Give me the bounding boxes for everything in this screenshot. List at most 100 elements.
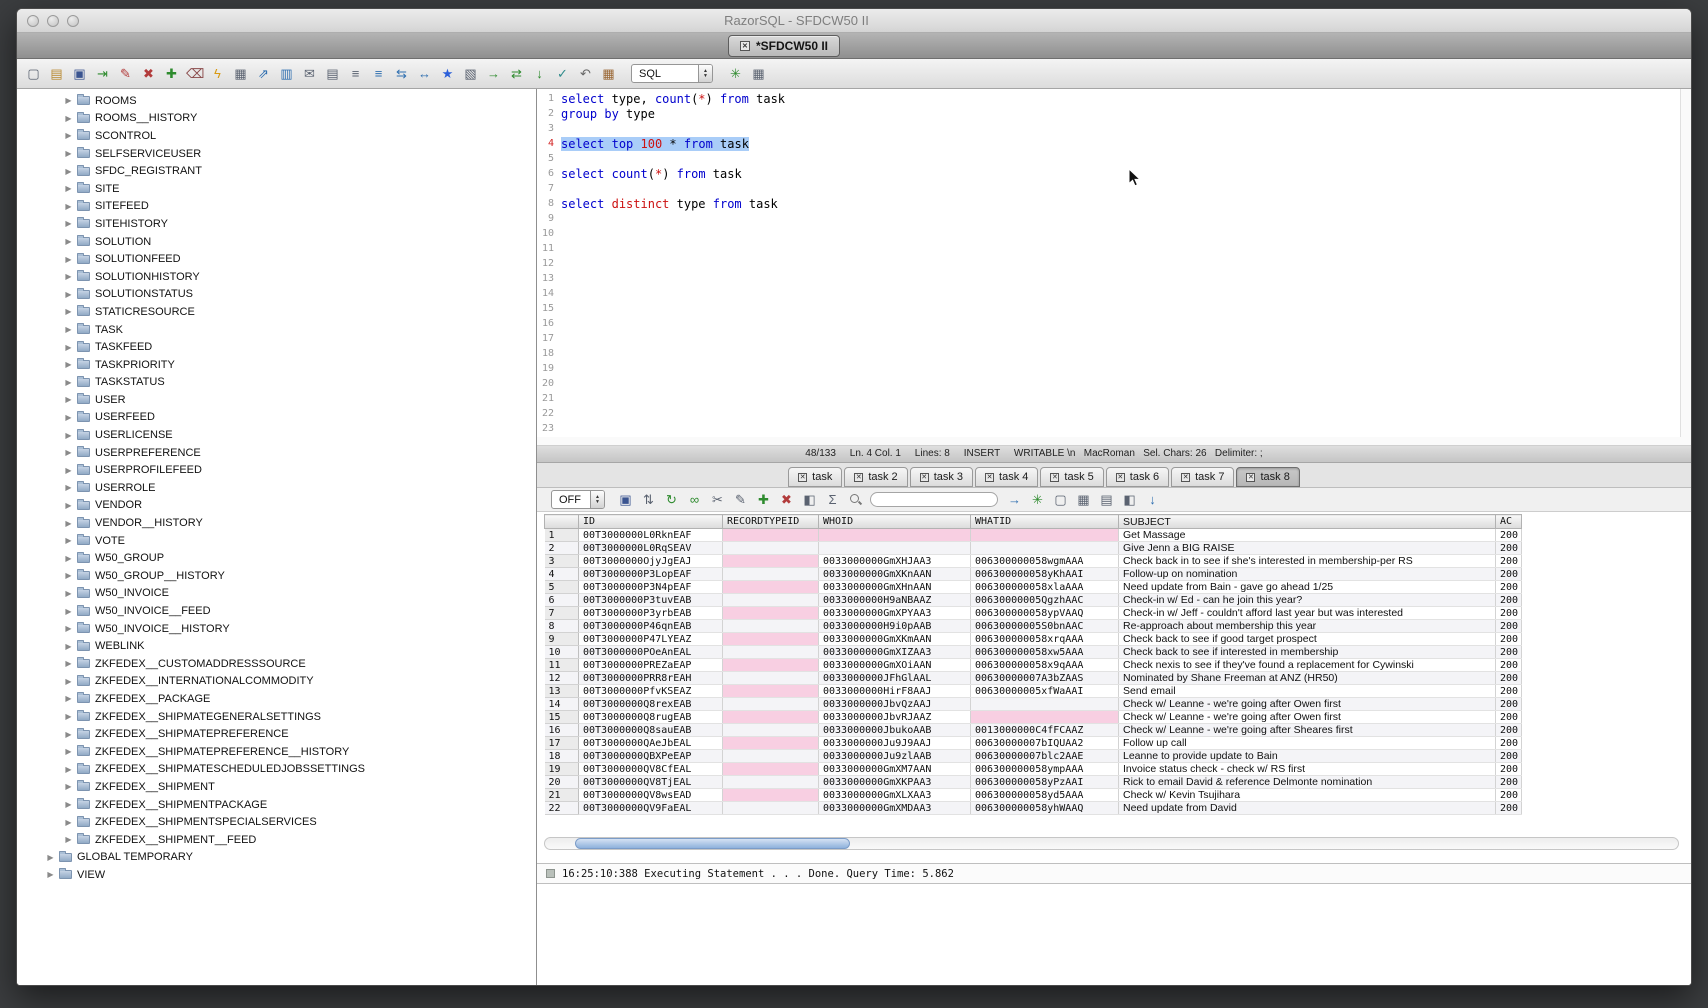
cell[interactable]: Need update from David xyxy=(1119,802,1496,815)
sql-editor[interactable]: 1select type, count(*) from task2group b… xyxy=(537,89,1691,437)
cell[interactable]: 200 xyxy=(1496,620,1522,633)
cell[interactable]: 006300000058wgmAAA xyxy=(971,555,1119,568)
swap-icon[interactable]: ⇄ xyxy=(508,65,525,82)
expand-arrow-icon[interactable]: ▶ xyxy=(63,519,74,528)
expand-arrow-icon[interactable]: ▶ xyxy=(63,237,74,246)
cell[interactable] xyxy=(819,542,971,555)
cell[interactable]: 00T3000000QV8wsEAD xyxy=(579,789,723,802)
table-row[interactable]: 1000T3000000POeAnEAL0033000000GmXIZAA300… xyxy=(545,646,1522,659)
cell[interactable]: 0033000000GmXKPAA3 xyxy=(819,776,971,789)
cell[interactable]: 00T3000000PREZaEAP xyxy=(579,659,723,672)
cell[interactable]: 200 xyxy=(1496,685,1522,698)
cut-icon[interactable]: ✂ xyxy=(709,491,726,508)
zoom-button[interactable] xyxy=(67,15,79,27)
cell[interactable]: 0033000000GmXHnAAN xyxy=(819,581,971,594)
tree-item[interactable]: ▶USERLICENSE xyxy=(17,426,536,444)
sort-rows-icon[interactable]: ⇅ xyxy=(640,491,657,508)
expand-arrow-icon[interactable]: ▶ xyxy=(63,290,74,299)
editor-line[interactable]: 6select count(*) from task xyxy=(537,166,1691,181)
editor-line[interactable]: 11 xyxy=(537,241,1691,256)
sql-mode-select[interactable]: SQL xyxy=(631,64,713,83)
cell[interactable]: Check-in w/ Ed - can he join this year? xyxy=(1119,594,1496,607)
table-row[interactable]: 1300T3000000PfvKSEAZ0033000000HirF8AAJ00… xyxy=(545,685,1522,698)
tree-item[interactable]: ▶ZKFEDEX__CUSTOMADDRESSSOURCE xyxy=(17,655,536,673)
cell[interactable]: 200 xyxy=(1496,763,1522,776)
cell[interactable] xyxy=(971,542,1119,555)
cell[interactable]: 00T3000000Q8rugEAB xyxy=(579,711,723,724)
add-connection-icon[interactable]: ✚ xyxy=(163,65,180,82)
expand-arrow-icon[interactable]: ▶ xyxy=(63,272,74,281)
cell[interactable]: 00T3000000Q8sauEAB xyxy=(579,724,723,737)
view-table-icon[interactable]: ▦ xyxy=(1075,491,1092,508)
cell[interactable]: 0033000000H9i0pAAB xyxy=(819,620,971,633)
table-row[interactable]: 1400T3000000Q8rexEAB0033000000JbvQzAAJCh… xyxy=(545,698,1522,711)
tree-item[interactable]: ▶ZKFEDEX__SHIPMATESCHEDULEDJOBSSETTINGS xyxy=(17,761,536,779)
result-tab[interactable]: task xyxy=(788,467,842,487)
cell[interactable]: 200 xyxy=(1496,698,1522,711)
schedule-icon[interactable]: ▦ xyxy=(600,65,617,82)
cell[interactable]: 00630000005QgzhAAC xyxy=(971,594,1119,607)
tree-item[interactable]: ▶SCONTROL xyxy=(17,127,536,145)
cell[interactable]: 0033000000GmXKmAAN xyxy=(819,633,971,646)
cell[interactable]: Check back to see if interested in membe… xyxy=(1119,646,1496,659)
expand-arrow-icon[interactable]: ▶ xyxy=(63,219,74,228)
cell[interactable]: 200 xyxy=(1496,594,1522,607)
edit-query-icon[interactable]: ▢ xyxy=(1052,491,1069,508)
table-row[interactable]: 200T3000000L0RqSEAVGive Jenn a BIG RAISE… xyxy=(545,542,1522,555)
cell[interactable]: Send email xyxy=(1119,685,1496,698)
expand-arrow-icon[interactable]: ▶ xyxy=(63,448,74,457)
expand-arrow-icon[interactable]: ▶ xyxy=(63,782,74,791)
tree-item[interactable]: ▶ZKFEDEX__SHIPMENT__FEED xyxy=(17,831,536,849)
connection-settings-icon[interactable]: ✳ xyxy=(727,65,744,82)
tree-item[interactable]: ▶ZKFEDEX__INTERNATIONALCOMMODITY xyxy=(17,673,536,691)
cell[interactable] xyxy=(723,555,819,568)
column-header[interactable]: AC xyxy=(1496,515,1522,529)
expand-arrow-icon[interactable]: ▶ xyxy=(63,413,74,422)
cell[interactable] xyxy=(971,529,1119,542)
cell[interactable]: 006300000058xlaAAA xyxy=(971,581,1119,594)
editor-line[interactable]: 8select distinct type from task xyxy=(537,196,1691,211)
save-results-icon[interactable]: ▣ xyxy=(617,491,634,508)
editor-line[interactable]: 2group by type xyxy=(537,106,1691,121)
tree-item[interactable]: ▶TASKFEED xyxy=(17,338,536,356)
cell[interactable]: 200 xyxy=(1496,724,1522,737)
tree-item[interactable]: ▶WEBLINK xyxy=(17,637,536,655)
expand-arrow-icon[interactable]: ▶ xyxy=(63,466,74,475)
expand-arrow-icon[interactable]: ▶ xyxy=(63,765,74,774)
cell[interactable]: 200 xyxy=(1496,568,1522,581)
cell[interactable]: 0033000000JbukoAAB xyxy=(819,724,971,737)
tree-item[interactable]: ▶SOLUTIONSTATUS xyxy=(17,286,536,304)
cell[interactable]: Invoice status check - check w/ RS first xyxy=(1119,763,1496,776)
cell[interactable]: 00T3000000P47LYEAZ xyxy=(579,633,723,646)
cell[interactable]: Re-approach about membership this year xyxy=(1119,620,1496,633)
cell[interactable]: 00630000007bIQUAA2 xyxy=(971,737,1119,750)
cell[interactable]: 006300000058xrqAAA xyxy=(971,633,1119,646)
cell[interactable]: 00T3000000L0RknEAF xyxy=(579,529,723,542)
cell[interactable]: Nominated by Shane Freeman at ANZ (HR50) xyxy=(1119,672,1496,685)
editor-line[interactable]: 9 xyxy=(537,211,1691,226)
result-tab[interactable]: task 5 xyxy=(1040,467,1103,487)
tree-item[interactable]: ▶SELFSERVICEUSER xyxy=(17,145,536,163)
cell[interactable]: 006300000058yd5AAA xyxy=(971,789,1119,802)
close-tab-icon[interactable] xyxy=(920,473,929,482)
expand-arrow-icon[interactable]: ▶ xyxy=(63,677,74,686)
describe-table-icon[interactable]: ▦ xyxy=(232,65,249,82)
cell[interactable]: 006300000058xw5AAA xyxy=(971,646,1119,659)
cell[interactable]: 0033000000JbvQzAAJ xyxy=(819,698,971,711)
cell[interactable]: Check back to see if good target prospec… xyxy=(1119,633,1496,646)
expand-arrow-icon[interactable]: ▶ xyxy=(63,325,74,334)
cell[interactable]: Need update from Bain - gave go ahead 1/… xyxy=(1119,581,1496,594)
compress-sql-icon[interactable]: ⇆ xyxy=(393,65,410,82)
cell[interactable]: 00T3000000PRR8rEAH xyxy=(579,672,723,685)
editor-line[interactable]: 10 xyxy=(537,226,1691,241)
tree-item[interactable]: ▶ZKFEDEX__SHIPMENTPACKAGE xyxy=(17,796,536,814)
log-icon[interactable]: ▤ xyxy=(324,65,341,82)
cell[interactable]: 200 xyxy=(1496,711,1522,724)
result-tab[interactable]: task 6 xyxy=(1106,467,1169,487)
cell[interactable] xyxy=(723,646,819,659)
cell[interactable]: 200 xyxy=(1496,529,1522,542)
editor-line[interactable]: 12 xyxy=(537,256,1691,271)
expand-arrow-icon[interactable]: ▶ xyxy=(63,536,74,545)
fetch-all-icon[interactable]: ↓ xyxy=(1144,491,1161,508)
close-tab-icon[interactable] xyxy=(798,473,807,482)
